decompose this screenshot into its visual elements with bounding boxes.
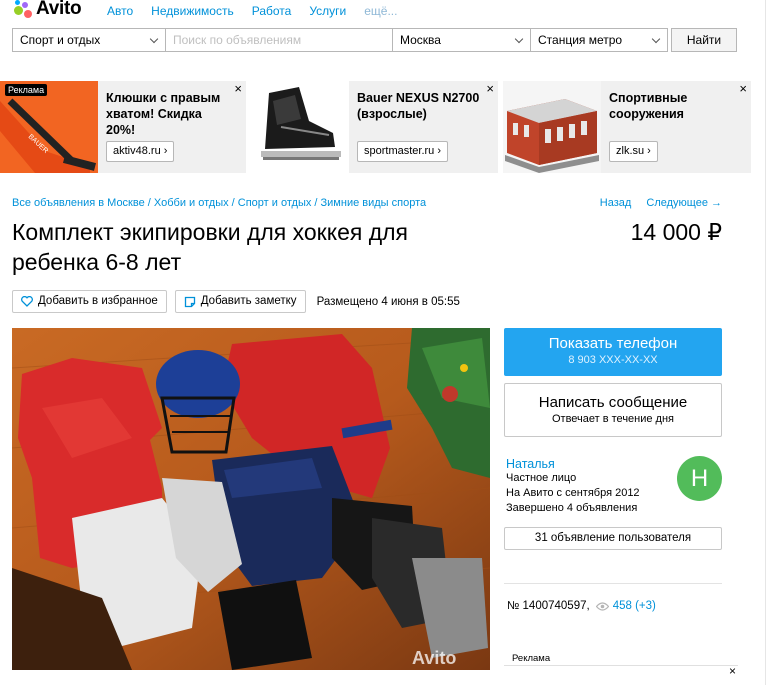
close-icon[interactable]: ×: [234, 82, 242, 95]
sidebar-ad-label: Реклама: [512, 653, 551, 664]
nav-link-jobs[interactable]: Работа: [252, 4, 292, 18]
breadcrumb-separator: /: [144, 197, 154, 209]
close-icon[interactable]: ×: [739, 82, 747, 95]
ad-title[interactable]: Bauer NEXUS N2700 (взрослые): [357, 90, 485, 122]
nav-link-services[interactable]: Услуги: [309, 4, 346, 18]
nav-link-realty[interactable]: Недвижимость: [151, 4, 234, 18]
ad-link-button[interactable]: sportmaster.ru ›: [357, 141, 449, 162]
ad-badge: Реклама: [5, 84, 48, 96]
add-favorite-label: Добавить в избранное: [38, 295, 158, 307]
ad-meta: № 1400740597, 458 (+3): [507, 600, 656, 612]
seller-since: На Авито с сентября 2012: [506, 487, 640, 499]
seller-completed: Завершено 4 объявления: [506, 502, 638, 514]
top-nav: Avito Авто Недвижимость Работа Услуги ещ…: [0, 0, 770, 24]
write-message-label: Написать сообщение: [538, 394, 688, 411]
add-note-button[interactable]: Добавить заметку: [174, 290, 306, 313]
listing-photo[interactable]: Avito: [12, 328, 490, 670]
seller-name-link[interactable]: Наталья: [506, 457, 686, 471]
user-ads-button[interactable]: 31 объявление пользователя: [504, 527, 722, 550]
write-message-button[interactable]: Написать сообщение Отвечает в течение дн…: [504, 383, 722, 437]
phone-masked: 8 903 XXX-XX-XX: [568, 354, 658, 366]
breadcrumb-link[interactable]: Хобби и отдых: [154, 197, 229, 209]
ad-link-button[interactable]: aktiv48.ru ›: [106, 141, 175, 162]
search-input[interactable]: Поиск по объявлениям: [165, 28, 392, 52]
next-link[interactable]: Следующее →: [646, 197, 722, 209]
response-time: Отвечает в течение дня: [551, 413, 675, 425]
search-button[interactable]: Найти: [671, 28, 737, 52]
seller-type: Частное лицо: [506, 472, 577, 484]
breadcrumb: Все объявления в Москве / Хобби и отдых …: [12, 197, 426, 209]
logo-dots-icon: [12, 0, 36, 20]
views-count: 458 (+3): [595, 600, 656, 612]
divider: [504, 583, 722, 584]
logo-text: Avito: [36, 0, 82, 19]
avatar[interactable]: Н: [677, 456, 722, 501]
breadcrumb-link[interactable]: Все объявления в Москве: [12, 197, 145, 209]
ad-image-sports-building: [503, 81, 601, 173]
seller-info: Наталья Частное лицо На Авито с сентября…: [506, 457, 686, 516]
nav-link-more[interactable]: ещё...: [364, 4, 397, 18]
ad-item[interactable]: Спортивные сооружения zlk.su › ×: [503, 81, 751, 173]
nav-link-auto[interactable]: Авто: [107, 4, 133, 18]
listing-actions: Добавить в избранное Добавить заметку Ра…: [12, 290, 460, 313]
ad-image-hockey-stick: BAUER Реклама: [0, 81, 98, 173]
main-nav: Авто Недвижимость Работа Услуги ещё...: [107, 4, 415, 18]
page-edge: [765, 0, 766, 685]
ad-title[interactable]: Спортивные сооружения: [609, 90, 737, 122]
photo-watermark: Avito: [412, 648, 456, 668]
add-favorite-button[interactable]: Добавить в избранное: [12, 290, 167, 313]
breadcrumb-link[interactable]: Спорт и отдых: [238, 197, 312, 209]
ad-title[interactable]: Клюшки с правым хватом! Скидка 20%!: [106, 90, 234, 138]
back-link[interactable]: Назад: [600, 197, 632, 209]
breadcrumb-separator: /: [228, 197, 238, 209]
metro-select[interactable]: Станция метро: [530, 28, 668, 52]
category-select[interactable]: Спорт и отдых: [12, 28, 165, 52]
eye-icon: [595, 601, 609, 611]
note-icon: [184, 296, 195, 307]
listing-price: 14 000 ₽: [630, 219, 722, 245]
ad-banner-row: BAUER Реклама Клюшки с правым хватом! Ск…: [0, 81, 770, 173]
views-value: 458 (+3): [612, 600, 656, 612]
sidebar-ad-box: ×: [504, 664, 738, 685]
city-select[interactable]: Москва: [392, 28, 530, 52]
add-note-label: Добавить заметку: [200, 295, 297, 307]
avito-logo[interactable]: Avito: [12, 0, 82, 20]
heart-icon: [21, 296, 33, 307]
close-icon[interactable]: ×: [486, 82, 494, 95]
breadcrumb-separator: /: [311, 197, 321, 209]
ad-link-button[interactable]: zlk.su ›: [609, 141, 658, 162]
ad-item[interactable]: BAUER Реклама Клюшки с правым хватом! Ск…: [0, 81, 246, 173]
ad-item[interactable]: Bauer NEXUS N2700 (взрослые) sportmaster…: [251, 81, 498, 173]
posted-date: Размещено 4 июня в 05:55: [316, 295, 460, 308]
listing-title: Комплект экипировки для хоккея для ребен…: [12, 219, 408, 275]
close-icon[interactable]: ×: [729, 664, 736, 678]
breadcrumb-link[interactable]: Зимние виды спорта: [321, 197, 427, 209]
listing-photo-image: Avito: [12, 328, 490, 670]
search-bar: Спорт и отдых Поиск по объявлениям Москв…: [12, 28, 737, 52]
show-phone-button[interactable]: Показать телефон 8 903 XXX-XX-XX: [504, 328, 722, 376]
ad-image-skates: [251, 81, 349, 173]
ad-number: № 1400740597,: [507, 600, 590, 612]
listing-pager: Назад Следующее →: [588, 197, 722, 209]
show-phone-label: Показать телефон: [548, 335, 678, 352]
